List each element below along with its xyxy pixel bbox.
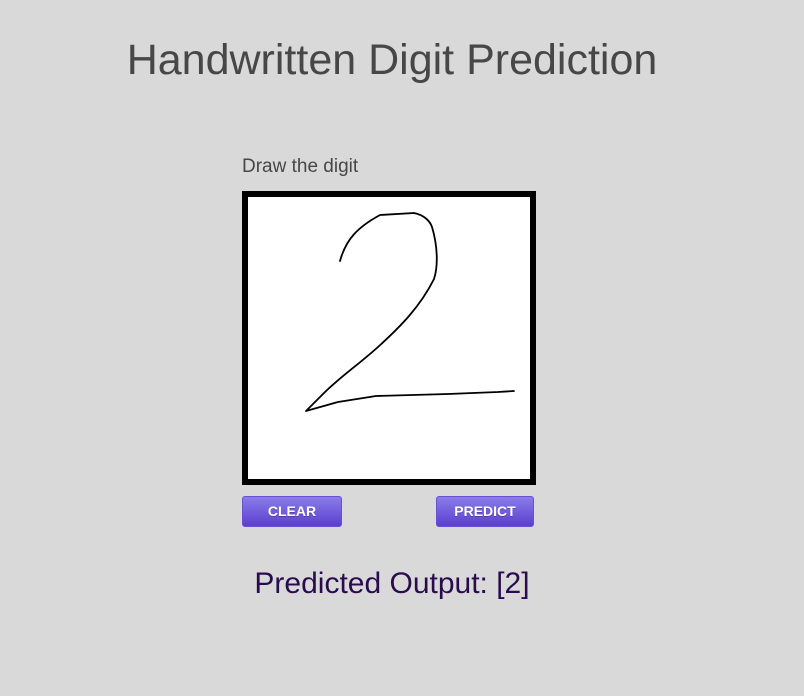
- clear-button[interactable]: CLEAR: [242, 496, 342, 527]
- digit-stroke-path: [305, 212, 515, 412]
- handwritten-digit-stroke: [305, 212, 515, 412]
- predicted-output: Predicted Output: [2]: [254, 567, 530, 600]
- predict-button[interactable]: PREDICT: [436, 496, 534, 527]
- drawing-canvas[interactable]: [242, 191, 536, 485]
- canvas-label: Draw the digit: [242, 156, 359, 177]
- page-title: Handwritten Digit Prediction: [126, 36, 658, 84]
